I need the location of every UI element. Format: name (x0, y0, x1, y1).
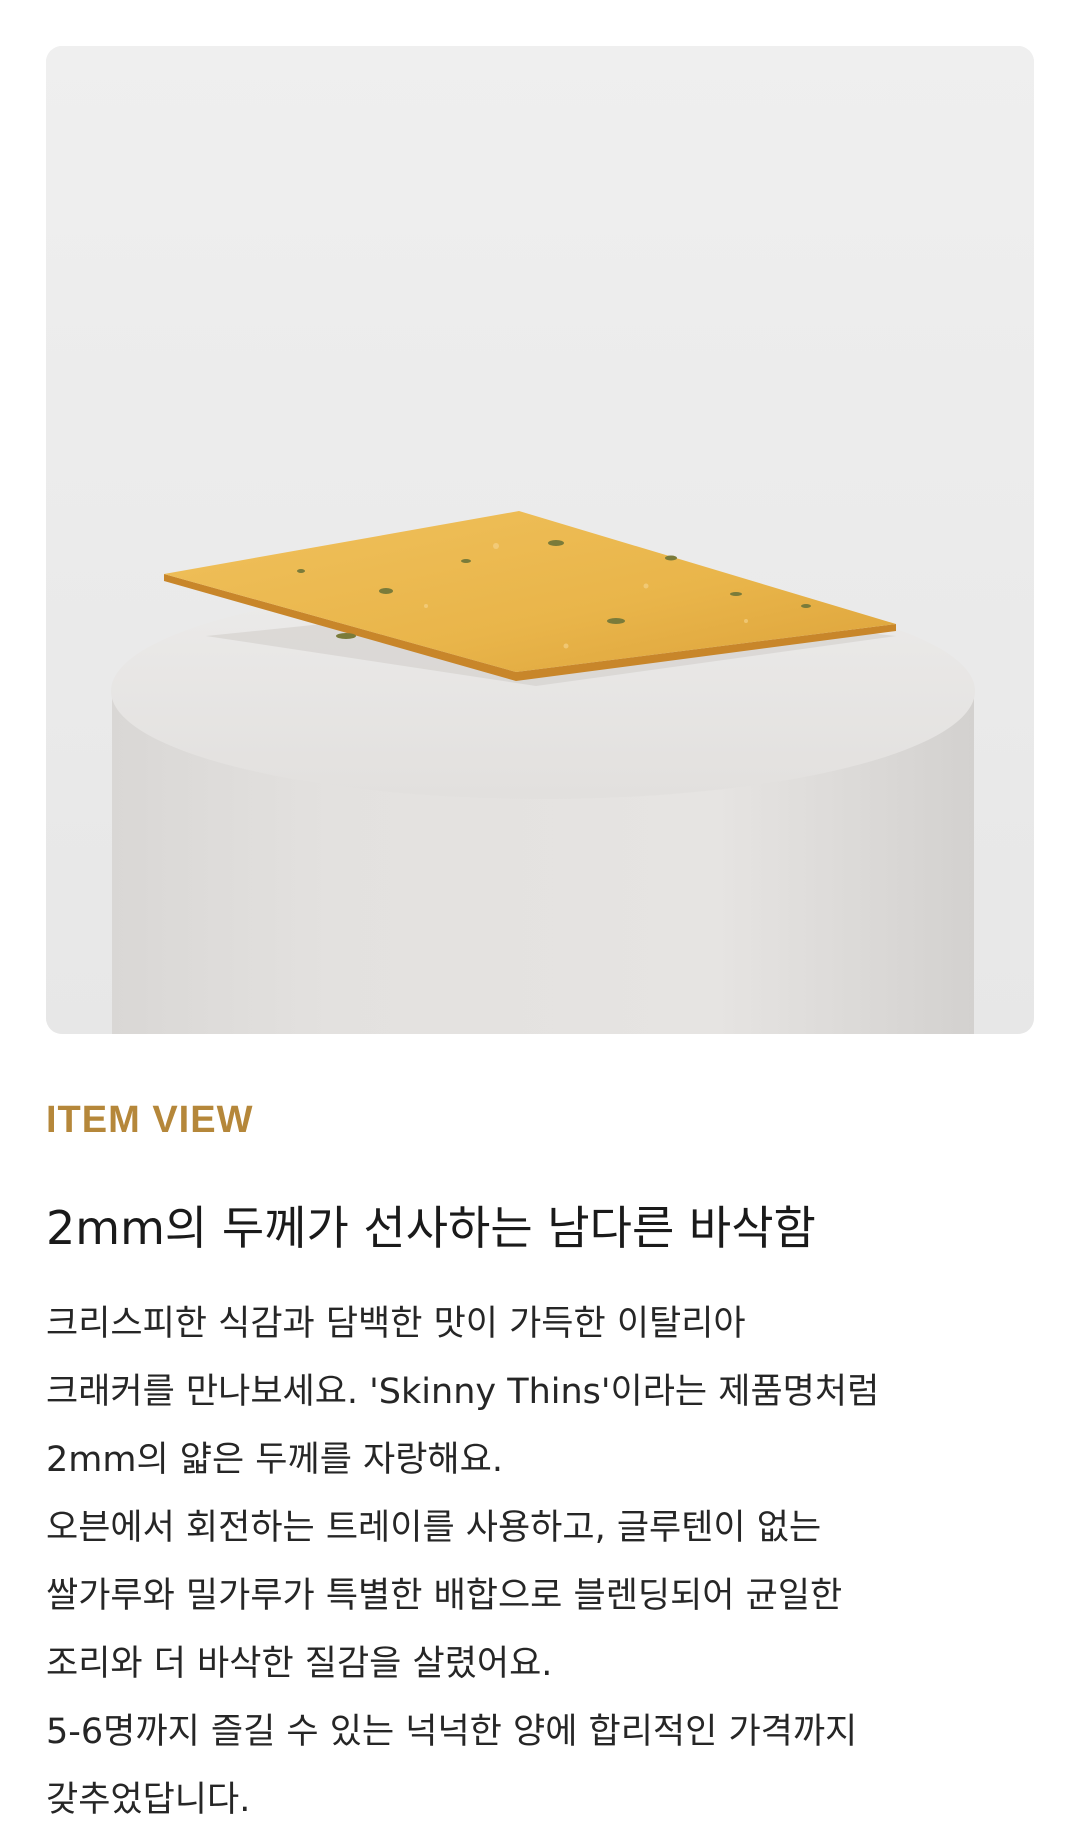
section-eyebrow: ITEM VIEW (46, 1099, 254, 1141)
description-line: 오븐에서 회전하는 트레이를 사용하고, 글루텐이 없는 (46, 1508, 822, 1548)
description-line: 5-6명까지 즐길 수 있는 넉넉한 양에 합리적인 가격까지 (46, 1712, 858, 1752)
description-line: 크리스피한 식감과 담백한 맛이 가득한 이탈리아 (46, 1304, 746, 1344)
description-text: 크리스피한 식감과 담백한 맛이 가득한 이탈리아 크래커를 만나보세요. 'S… (46, 1290, 1036, 1834)
description-line: 쌀가루와 밀가루가 특별한 배합으로 블렌딩되어 균일한 (46, 1576, 843, 1616)
description-line: 크래커를 만나보세요. 'Skinny Thins'이라는 제품명처럼 (46, 1372, 880, 1412)
description-line: 2mm의 얇은 두께를 자랑해요. (46, 1440, 503, 1480)
section-headline: 2mm의 두께가 선사하는 남다른 바삭함 (46, 1201, 816, 1255)
product-photo (46, 46, 1034, 1034)
description-line: 갖추었답니다. (46, 1780, 251, 1820)
description-line: 조리와 더 바삭한 질감을 살렸어요. (46, 1644, 553, 1684)
cracker-on-pedestal-photo (46, 46, 1034, 1034)
